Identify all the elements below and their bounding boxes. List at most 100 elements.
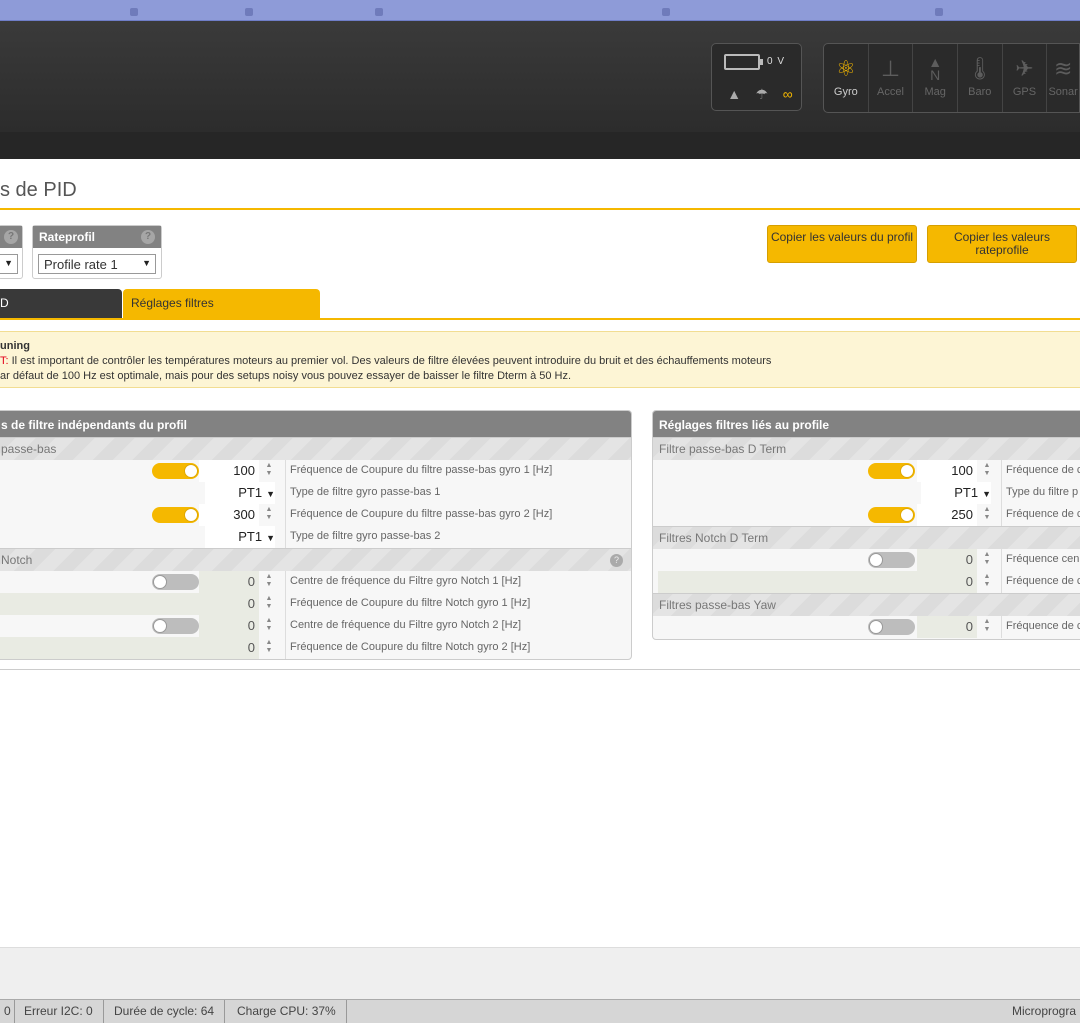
dterm-lowpass-subheader: Filtre passe-bas D Term <box>653 437 1080 460</box>
sensor-label: Gyro <box>833 86 858 98</box>
gyro-notch2-center-row: 0 ▲ ▼ Centre de fréquence du Filtre gyro … <box>0 615 631 637</box>
tab-divider <box>0 318 1080 320</box>
sensor-gps: ✈ GPS <box>1003 44 1048 112</box>
gyro-notch2-center-input[interactable]: 0 <box>199 615 259 637</box>
row-description: Fréquence cen <box>1006 553 1080 565</box>
content-divider <box>0 669 1080 670</box>
sensor-label: Baro <box>968 86 992 98</box>
profile-selector-header: ? <box>0 226 22 248</box>
status-cycle-time: Durée de cycle: 64 <box>104 1000 226 1023</box>
dterm-notch-center-row: 0 ▲ ▼ Fréquence cen <box>653 549 1080 571</box>
battery-icon <box>724 54 763 70</box>
rateprofile-select[interactable]: Profile rate 1 ▼ <box>38 254 156 274</box>
yaw-lpf-input[interactable]: 0 <box>917 616 977 638</box>
yaw-lpf-row: 0 ▲ ▼ Fréquence de c <box>653 616 1080 638</box>
yaw-lpf-toggle[interactable] <box>868 619 915 635</box>
help-icon[interactable]: ? <box>610 554 623 567</box>
gyro-notch1-cutoff-input[interactable]: 0 <box>199 593 259 615</box>
sonar-icon: ≋ <box>1053 56 1073 81</box>
chevron-down-icon: ▼ <box>982 489 991 499</box>
dterm-notch-cutoff-input[interactable]: 0 <box>917 571 977 593</box>
copy-rateprofile-button[interactable]: Copier les valeurs rateprofile <box>927 225 1077 263</box>
gps-icon: ✈ <box>1015 56 1034 81</box>
strip-marker <box>935 8 943 16</box>
dterm-notch-subheader: Filtres Notch D Term <box>653 526 1080 549</box>
gyro-lpf2-row: 300 ▲ ▼ Fréquence de Coupure du filtre pa… <box>0 504 631 526</box>
note-line-2: ar défaut de 100 Hz est optimale, mais p… <box>0 370 572 382</box>
battery-voltage: 0 V <box>767 56 786 67</box>
spinner-arrows[interactable]: ▲ ▼ <box>982 551 992 569</box>
dterm-notch-center-input[interactable]: 0 <box>917 549 977 571</box>
gyro-notch2-toggle[interactable] <box>152 618 199 634</box>
gyro-lpf2-toggle[interactable] <box>152 507 199 523</box>
row-description: Centre de fréquence du Filtre gyro Notch… <box>290 619 522 631</box>
spinner-arrows[interactable]: ▲ ▼ <box>264 639 274 657</box>
profile-selector: ? ▼ <box>0 225 23 279</box>
accel-icon: ⊥ <box>880 56 901 81</box>
baro-icon: 🌡 <box>965 56 994 81</box>
gyro-lpf2-input[interactable]: 300 <box>199 504 259 526</box>
strip-marker <box>662 8 670 16</box>
select-value: PT1 <box>954 485 979 500</box>
dterm-lpf-type-select[interactable]: PT1 ▼ <box>921 482 991 504</box>
profile-independent-filters-panel: s de filtre indépendants du profil passe… <box>0 410 632 660</box>
gyro-lpf1-toggle[interactable] <box>152 463 199 479</box>
spinner-arrows[interactable]: ▲ ▼ <box>982 573 992 591</box>
header-bar <box>0 132 1080 159</box>
tab-pid[interactable]: D <box>0 289 122 319</box>
dterm-notch-toggle[interactable] <box>868 552 915 568</box>
rateprofile-label: Rateprofil <box>39 230 96 244</box>
profile-linked-filters-panel: Réglages filtres liés au profile Filtre … <box>652 410 1080 640</box>
page-title: s de PID <box>0 179 77 201</box>
row-description: Fréquence de c <box>1006 464 1080 476</box>
help-icon[interactable]: ? <box>141 230 155 244</box>
tab-pid-label: D <box>0 296 9 310</box>
sensor-sonar: ≋ Sonar <box>1047 44 1079 112</box>
row-description: Fréquence de Coupure du filtre passe-bas… <box>290 508 553 520</box>
link-icon[interactable]: ∞ <box>783 86 793 103</box>
row-description: Fréquence de Coupure du filtre Notch gyr… <box>290 641 531 653</box>
copy-profile-button[interactable]: Copier les valeurs du profil <box>767 225 917 263</box>
dterm-lpf2-input[interactable]: 250 <box>917 504 977 526</box>
gyro-icon: ⚛ <box>835 56 856 81</box>
dterm-notch-cutoff-row: 0 ▲ ▼ Fréquence de c <box>653 571 1080 593</box>
spinner-arrows[interactable]: ▲ ▼ <box>264 617 274 635</box>
subheader-label: Notch <box>1 553 33 567</box>
gyro-notch1-center-input[interactable]: 0 <box>199 571 259 593</box>
gyro-lpf1-input[interactable]: 100 <box>199 460 259 482</box>
row-description: Fréquence de c <box>1006 508 1080 520</box>
tab-filter-settings[interactable]: Réglages filtres <box>123 289 320 319</box>
spinner-arrows[interactable]: ▲ ▼ <box>982 462 992 480</box>
spinner-arrows[interactable]: ▲ ▼ <box>264 573 274 591</box>
gyro-lpf2-type-select[interactable]: PT1 ▼ <box>205 526 275 548</box>
gyro-notch2-cutoff-input[interactable]: 0 <box>199 637 259 659</box>
gyro-notch1-cutoff-row: 0 ▲ ▼ Fréquence de Coupure du filtre Notc… <box>0 593 631 615</box>
gyro-notch1-toggle[interactable] <box>152 574 199 590</box>
row-description: Fréquence de Coupure du filtre Notch gyr… <box>290 597 531 609</box>
gyro-lpf1-type-select[interactable]: PT1 ▼ <box>205 482 275 504</box>
chevron-down-icon: ▼ <box>142 258 151 268</box>
status-cpu-load: Charge CPU: 37% <box>227 1000 347 1023</box>
help-icon[interactable]: ? <box>4 230 18 244</box>
note-line-1: T: Il est important de contrôler les tem… <box>0 354 1080 369</box>
select-value: PT1 <box>238 485 263 500</box>
sensor-label: Accel <box>877 86 904 98</box>
row-description: Type du filtre p <box>1006 486 1079 498</box>
tab-filter-settings-label: Réglages filtres <box>131 296 214 310</box>
status-packet-error: 0 <box>0 1000 15 1023</box>
spinner-arrows[interactable]: ▲ ▼ <box>264 506 274 524</box>
dterm-lpf2-toggle[interactable] <box>868 507 915 523</box>
profile-select[interactable]: ▼ <box>0 254 18 274</box>
dterm-lpf-input[interactable]: 100 <box>917 460 977 482</box>
row-description: Fréquence de Coupure du filtre passe-bas… <box>290 464 553 476</box>
dterm-lpf2-row: 250 ▲ ▼ Fréquence de c <box>653 504 1080 526</box>
spinner-arrows[interactable]: ▲ ▼ <box>264 462 274 480</box>
spinner-arrows[interactable]: ▲ ▼ <box>982 618 992 636</box>
spinner-arrows[interactable]: ▲ ▼ <box>982 506 992 524</box>
select-value: PT1 <box>238 529 263 544</box>
dterm-lpf-toggle[interactable] <box>868 463 915 479</box>
spinner-arrows[interactable]: ▲ ▼ <box>264 595 274 613</box>
content-footer <box>0 947 1080 999</box>
row-description: Fréquence de c <box>1006 575 1080 587</box>
rateprofile-selector: Rateprofil ? Profile rate 1 ▼ <box>32 225 162 279</box>
